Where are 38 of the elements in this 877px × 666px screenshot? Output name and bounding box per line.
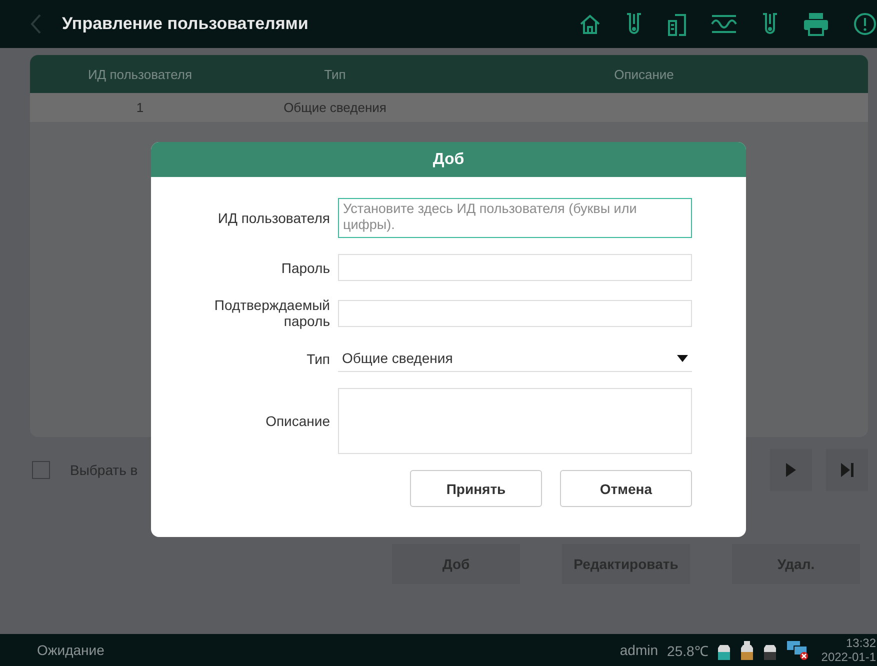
bottle-icon <box>740 640 754 660</box>
network-error-icon <box>786 639 810 661</box>
user-name: admin <box>620 642 658 658</box>
table-cell-text: Общие сведения <box>282 100 388 115</box>
home-icon[interactable] <box>579 13 601 35</box>
field-label: Тип <box>306 350 330 366</box>
skip-end-icon <box>840 463 854 477</box>
field-label: Пароль <box>281 260 330 276</box>
status-text: Ожидание <box>37 642 104 658</box>
dialog-title: Доб <box>151 142 746 177</box>
select-all-checkbox[interactable] <box>32 461 50 479</box>
waveform-icon[interactable] <box>711 13 737 35</box>
description-field[interactable] <box>338 388 692 454</box>
clock-time: 13:32 <box>846 636 876 650</box>
field-label: ИД пользователя <box>218 210 330 226</box>
printer-icon[interactable] <box>803 12 829 36</box>
clock-date: 2022-01-1 <box>821 650 876 664</box>
input-field[interactable]: Установите здесь ИД пользователя (буквы или цифры). <box>338 198 692 238</box>
input-field[interactable] <box>338 254 692 281</box>
next-page-button[interactable] <box>770 449 812 491</box>
screen-title: Управление пользователями <box>62 14 308 34</box>
test-tube-icon[interactable] <box>761 12 779 36</box>
dialog-button[interactable]: Отмена <box>560 470 692 507</box>
dialog-button[interactable]: Принять <box>410 470 542 507</box>
document-icon[interactable] <box>667 11 687 37</box>
column-header: Тип <box>323 66 347 82</box>
table-cell-text: 1 <box>135 100 145 115</box>
field-label: Описание <box>266 413 330 429</box>
field-label: Подтверждаемый пароль <box>213 297 330 329</box>
temperature-reading: 25.8℃ <box>667 642 708 660</box>
input-field[interactable] <box>338 300 692 326</box>
alert-icon[interactable] <box>853 12 877 36</box>
dropdown-arrow-icon <box>677 354 688 362</box>
play-icon <box>786 463 796 477</box>
column-header: Описание <box>613 66 675 82</box>
last-page-button[interactable] <box>826 449 868 491</box>
test-tube-icon[interactable] <box>625 12 643 36</box>
column-header: ИД пользователя <box>86 66 194 82</box>
